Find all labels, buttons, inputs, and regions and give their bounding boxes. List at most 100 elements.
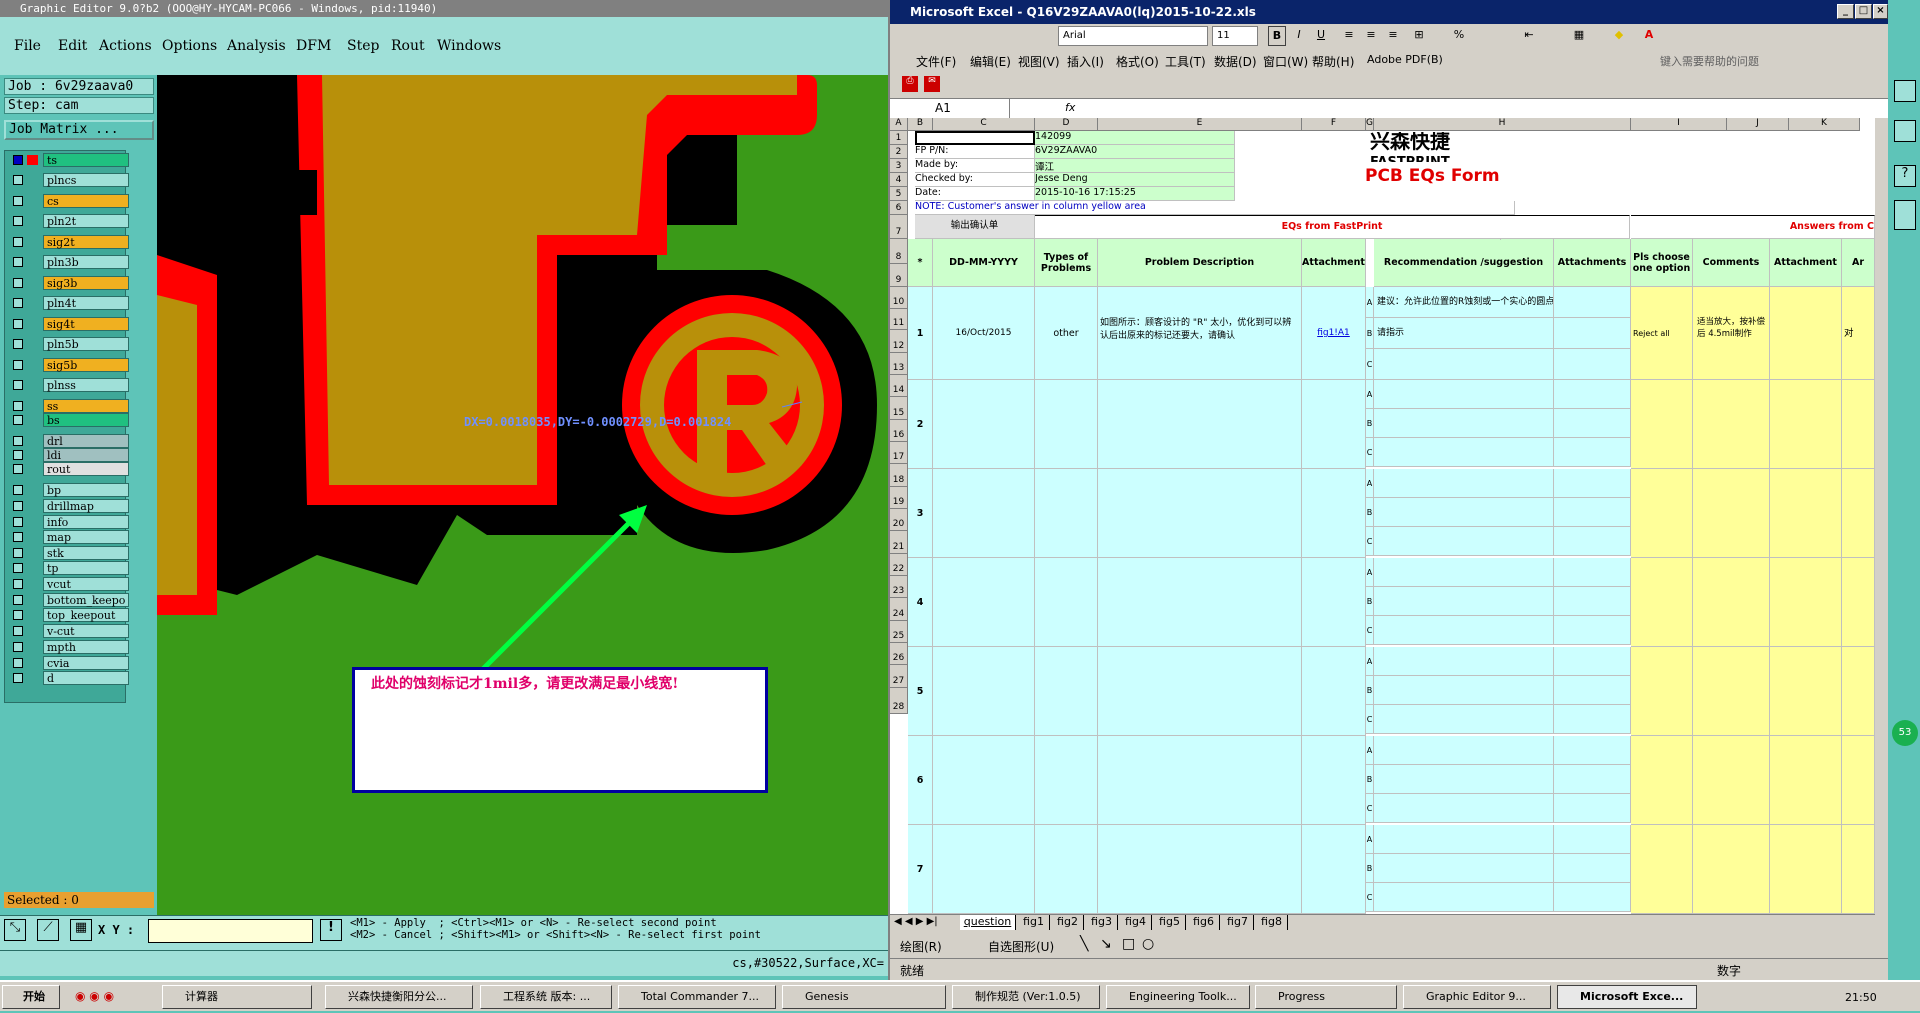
tool-icon-3[interactable] bbox=[1894, 200, 1916, 230]
layer-checkbox[interactable] bbox=[13, 485, 23, 495]
hdr-date[interactable]: DD-MM-YYYY bbox=[933, 239, 1035, 287]
cell-date[interactable] bbox=[933, 825, 1035, 914]
bold-button[interactable]: B bbox=[1268, 26, 1286, 46]
layer-checkbox[interactable] bbox=[13, 298, 23, 308]
group-number[interactable]: 7 bbox=[908, 825, 933, 914]
close-button[interactable]: × bbox=[1873, 4, 1888, 19]
layer-row[interactable]: pln2t bbox=[7, 214, 129, 229]
layer-row[interactable]: ss bbox=[7, 399, 129, 414]
layer-name[interactable]: map bbox=[43, 530, 129, 544]
row-header[interactable]: 8 bbox=[890, 239, 908, 264]
row-header[interactable]: 17 bbox=[890, 442, 908, 464]
layer-name[interactable]: drl bbox=[43, 434, 129, 448]
abc-label[interactable]: A bbox=[1366, 380, 1374, 409]
layer-row[interactable]: plnss bbox=[7, 378, 129, 393]
cell-attachments[interactable] bbox=[1554, 409, 1631, 438]
cell-answers-header[interactable]: Answers from C bbox=[1631, 215, 1875, 239]
layer-row[interactable]: map bbox=[7, 530, 129, 545]
column-header[interactable]: H bbox=[1374, 118, 1631, 131]
layer-row[interactable]: mpth bbox=[7, 640, 129, 655]
tool-icon-1[interactable] bbox=[1894, 80, 1916, 102]
align-right-icon[interactable]: ≡ bbox=[1384, 26, 1402, 46]
layer-row[interactable]: sig5b bbox=[7, 358, 129, 373]
group-number[interactable]: 6 bbox=[908, 736, 933, 825]
row-header[interactable]: 3 bbox=[890, 159, 908, 173]
xl-menu-tools[interactable]: 工具(T) bbox=[1165, 53, 1206, 70]
cell-recommendation[interactable] bbox=[1374, 409, 1554, 438]
layer-name[interactable]: rout bbox=[43, 462, 129, 476]
sheet-tab[interactable]: fig2 bbox=[1052, 915, 1084, 930]
tool-icon-2[interactable] bbox=[1894, 120, 1916, 142]
taskbar-button[interactable]: Genesis bbox=[782, 985, 946, 1009]
layer-name[interactable]: sig4t bbox=[43, 317, 129, 331]
abc-label[interactable]: B bbox=[1366, 318, 1374, 349]
cell-pls[interactable] bbox=[1631, 736, 1693, 825]
layer-row[interactable]: bs bbox=[7, 413, 129, 428]
column-header[interactable]: E bbox=[1098, 118, 1302, 131]
hdr-ar[interactable]: Ar bbox=[1842, 239, 1875, 287]
abc-label[interactable]: C bbox=[1366, 438, 1374, 467]
cell-date[interactable] bbox=[933, 736, 1035, 825]
layer-checkbox[interactable] bbox=[13, 436, 23, 446]
cell-attach2[interactable] bbox=[1770, 736, 1842, 825]
abc-label[interactable]: B bbox=[1366, 498, 1374, 527]
sheet-nav-arrows[interactable]: ◀ ◀ ▶ ▶| bbox=[894, 916, 938, 927]
snap-icon[interactable]: ⤡ bbox=[4, 919, 26, 941]
cell-pls[interactable] bbox=[1631, 380, 1693, 469]
layer-name[interactable]: plnss bbox=[43, 378, 129, 392]
abc-label[interactable]: B bbox=[1366, 676, 1374, 705]
layer-name[interactable]: tp bbox=[43, 561, 129, 575]
cell-attach2[interactable] bbox=[1770, 825, 1842, 914]
rectangle-icon[interactable]: □ bbox=[1122, 936, 1135, 952]
row-header[interactable]: 27 bbox=[890, 665, 908, 688]
sheet-tab[interactable]: fig8 bbox=[1256, 915, 1288, 930]
row-header[interactable]: 25 bbox=[890, 621, 908, 643]
taskbar-button[interactable]: 兴森快捷衡阳分公... bbox=[325, 985, 473, 1009]
layer-name[interactable]: top_keepout bbox=[43, 608, 129, 622]
fill-color-icon[interactable]: ◆ bbox=[1610, 26, 1628, 46]
row-header[interactable]: 22 bbox=[890, 554, 908, 576]
layer-checkbox[interactable] bbox=[13, 360, 23, 370]
help-icon[interactable]: ? bbox=[1894, 165, 1916, 187]
layer-name[interactable]: cs bbox=[43, 194, 129, 208]
group-number[interactable]: 1 bbox=[908, 287, 933, 380]
layer-row[interactable]: stk bbox=[7, 546, 129, 561]
layer-row[interactable]: pln3b bbox=[7, 255, 129, 270]
cell-attach2[interactable] bbox=[1770, 647, 1842, 736]
layer-name[interactable]: sig2t bbox=[43, 235, 129, 249]
sheet-tab[interactable]: fig7 bbox=[1222, 915, 1254, 930]
cell-date-value[interactable]: 2015-10-16 17:15:25 bbox=[1035, 187, 1235, 201]
column-header[interactable]: D bbox=[1035, 118, 1098, 131]
cell-made-value[interactable]: 谭江 bbox=[1035, 159, 1235, 173]
layer-name[interactable]: bottom_keepo bbox=[43, 593, 129, 607]
layer-checkbox[interactable] bbox=[13, 319, 23, 329]
cell-recommendation[interactable] bbox=[1374, 527, 1554, 556]
abc-label[interactable]: C bbox=[1366, 616, 1374, 645]
cell-extra[interactable] bbox=[1842, 647, 1875, 736]
cell-attachments[interactable] bbox=[1554, 558, 1631, 587]
cell-pls[interactable] bbox=[1631, 647, 1693, 736]
row-header[interactable]: 19 bbox=[890, 487, 908, 509]
cell-extra[interactable] bbox=[1842, 558, 1875, 647]
layer-checkbox[interactable] bbox=[13, 563, 23, 573]
cell-comment[interactable] bbox=[1693, 380, 1770, 469]
layer-checkbox[interactable] bbox=[13, 595, 23, 605]
cell-fp-label[interactable]: FP P/N: bbox=[915, 145, 1035, 159]
cell-recommendation[interactable] bbox=[1374, 883, 1554, 912]
cell-recommendation[interactable] bbox=[1374, 676, 1554, 705]
cell-attachments[interactable] bbox=[1554, 469, 1631, 498]
draw-menu[interactable]: 绘图(R) bbox=[900, 938, 942, 955]
cell-note[interactable]: NOTE: Customer's answer in column yellow… bbox=[915, 201, 1515, 215]
layer-row[interactable]: ts bbox=[7, 153, 129, 168]
sheet-tab[interactable]: question bbox=[960, 915, 1016, 930]
cell-eqs-header[interactable]: EQs from FastPrint bbox=[1035, 215, 1630, 239]
cell-attach2[interactable] bbox=[1770, 287, 1842, 380]
group-number[interactable]: 4 bbox=[908, 558, 933, 647]
cell-link[interactable] bbox=[1302, 469, 1366, 558]
cell-checked-value[interactable]: Jesse Deng bbox=[1035, 173, 1235, 187]
maximize-button[interactable]: □ bbox=[1855, 4, 1872, 19]
cell-type[interactable] bbox=[1035, 647, 1098, 736]
cell-link[interactable] bbox=[1302, 647, 1366, 736]
layer-checkbox[interactable] bbox=[13, 196, 23, 206]
cell-recommendation[interactable] bbox=[1374, 438, 1554, 467]
